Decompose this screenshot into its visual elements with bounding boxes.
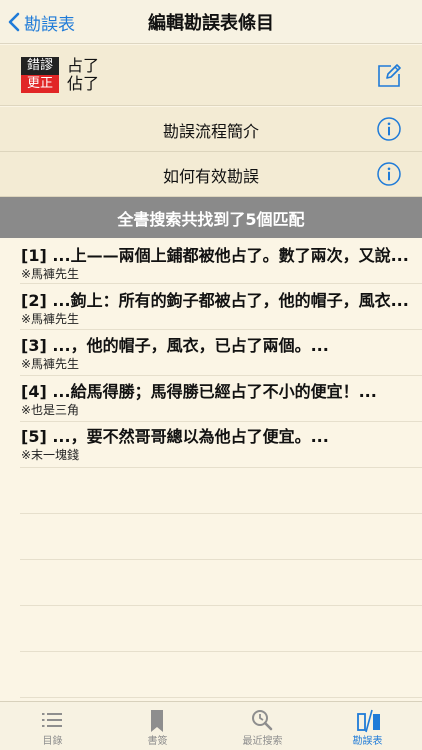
info-row-label: 如何有效勘誤 [162, 166, 259, 186]
result-source: ※馬褲先生 [21, 357, 80, 371]
errata-entry: 錯謬 更正 占了 佔了 [0, 45, 422, 106]
result-text: [2] ...鉤上：所有的鉤子都被占了，他的帽子，風衣... [21, 291, 409, 310]
tab-label: 勘誤表 [352, 736, 383, 747]
navigation-bar: 勘誤表 編輯勘誤表條目 [0, 0, 422, 44]
back-button[interactable]: 勘誤表 [8, 0, 75, 44]
info-icon[interactable] [377, 162, 401, 186]
chevron-left-icon [8, 12, 20, 32]
wrong-word: 占了 [67, 56, 100, 75]
result-source: ※馬褲先生 [21, 267, 80, 281]
tab-label: 目錄 [42, 736, 63, 747]
tab-bookmarks[interactable]: 書簽 [105, 702, 210, 750]
result-source: ※也是三角 [21, 403, 80, 417]
search-result-item[interactable]: [2] ...鉤上：所有的鉤子都被占了，他的帽子，風衣... ※馬褲先生 [21, 285, 411, 330]
info-row-label: 勘誤流程簡介 [162, 121, 259, 141]
tab-contents[interactable]: 目錄 [0, 702, 105, 750]
tab-label: 書簽 [147, 736, 168, 747]
history-search-icon [252, 710, 273, 731]
search-result-banner: 全書搜索共找到了5個匹配 [0, 197, 422, 238]
result-source: ※末一塊錢 [21, 448, 80, 462]
info-row-workflow[interactable]: 勘誤流程簡介 [0, 107, 422, 152]
list-icon [42, 713, 62, 727]
tab-errata[interactable]: 勘誤表 [315, 702, 420, 750]
entry-words: 占了 佔了 [67, 57, 99, 93]
edit-icon [378, 64, 401, 87]
wrong-correct-badge: 錯謬 更正 [21, 57, 59, 93]
tab-recent-searches[interactable]: 最近搜索 [210, 702, 315, 750]
search-result-item[interactable]: [3] ...，他的帽子，風衣，已占了兩個。... ※馬褲先生 [21, 330, 411, 375]
result-text: [5] ...，要不然哥哥總以為他占了便宜。... [21, 427, 329, 446]
correct-word: 佔了 [67, 74, 100, 93]
bookmark-icon [151, 710, 163, 732]
search-results-list: [1] ...上——兩個上鋪都被他占了。數了兩次，又說... ※馬褲先生 [2]… [0, 238, 422, 700]
info-icon[interactable] [377, 117, 401, 141]
badge-correct-label: 更正 [21, 75, 59, 93]
result-source: ※馬褲先生 [21, 312, 80, 326]
result-text: [3] ...，他的帽子，風衣，已占了兩個。... [21, 336, 329, 355]
tab-label: 最近搜索 [242, 736, 283, 747]
tab-bar: 目錄 書簽 最近搜索 勘誤表 [0, 701, 422, 750]
edit-entry-button[interactable] [377, 62, 401, 88]
result-text: [4] ...給馬得勝；馬得勝已經占了不小的便宜！... [21, 382, 377, 401]
search-result-item[interactable]: [5] ...，要不然哥哥總以為他占了便宜。... ※末一塊錢 [21, 421, 411, 466]
badge-wrong-label: 錯謬 [21, 57, 59, 75]
result-text: [1] ...上——兩個上鋪都被他占了。數了兩次，又說... [21, 246, 409, 265]
back-button-label: 勘誤表 [24, 14, 75, 35]
errata-icon [357, 709, 380, 733]
search-result-item[interactable]: [4] ...給馬得勝；馬得勝已經占了不小的便宜！... ※也是三角 [21, 376, 411, 421]
search-result-item[interactable]: [1] ...上——兩個上鋪都被他占了。數了兩次，又說... ※馬褲先生 [21, 240, 411, 285]
info-row-howto[interactable]: 如何有效勘誤 [0, 152, 422, 197]
